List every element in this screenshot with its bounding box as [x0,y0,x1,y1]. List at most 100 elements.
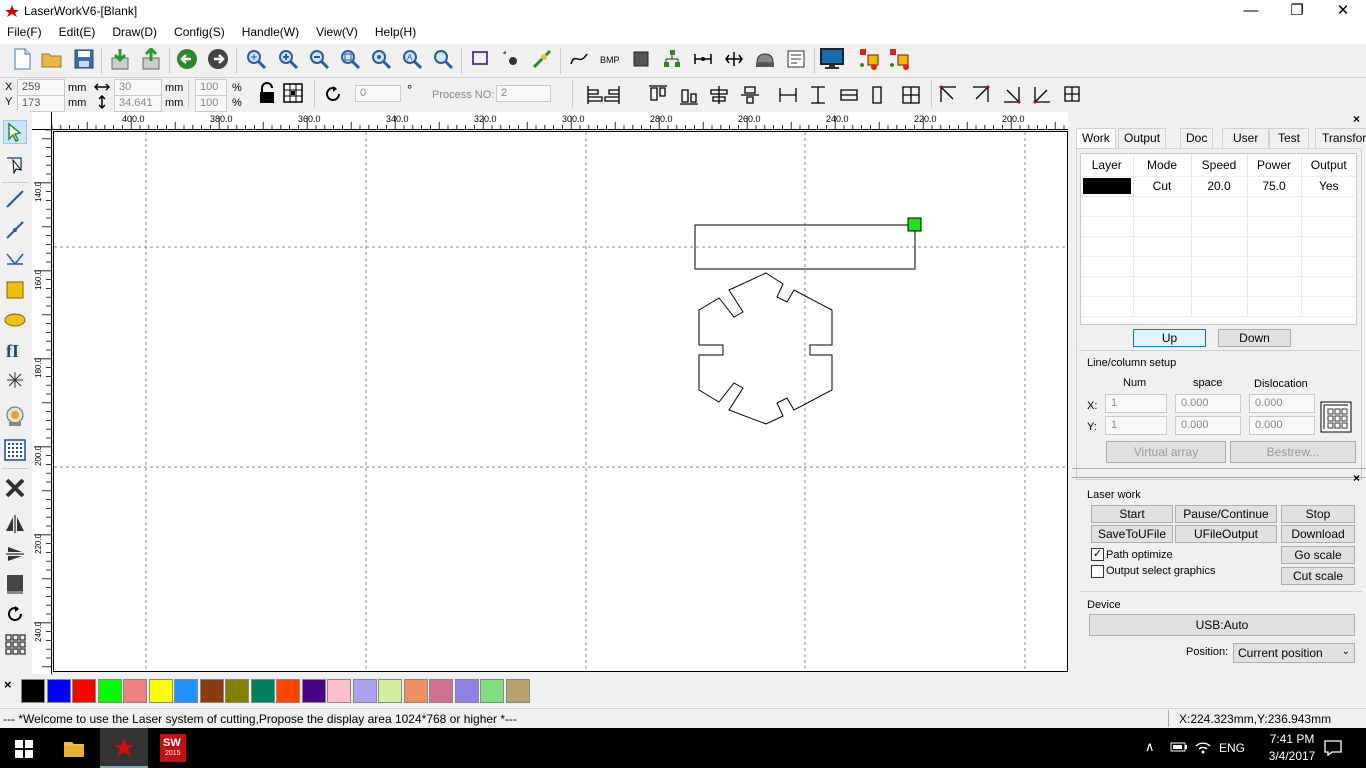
color-swatch[interactable] [327,679,351,703]
tab-transform[interactable]: Transform [1315,128,1366,148]
color-swatch[interactable] [97,679,122,703]
clock-date[interactable]: 3/4/2017 [1262,749,1322,763]
y-space-field[interactable]: 0.000 [1175,416,1241,435]
mirror-v-icon[interactable] [3,542,27,566]
go-scale-button[interactable]: Go scale [1281,546,1355,564]
canvas-svg[interactable] [54,132,1067,671]
camera-tool-icon[interactable] [3,404,27,428]
battery-icon[interactable] [1170,741,1188,753]
menu-file[interactable]: File(F) [7,25,42,39]
windows-start-icon[interactable] [15,740,33,758]
node-tool-icon[interactable] [3,152,27,176]
fill-rect-icon[interactable] [629,47,653,71]
color-swatch[interactable] [174,679,198,703]
save-icon[interactable] [72,47,96,71]
color-swatch[interactable] [403,679,428,703]
tree-icon[interactable] [660,47,684,71]
select-rect-icon[interactable] [468,47,492,71]
ellipse-tool-icon[interactable] [3,308,27,332]
y-disloc-field[interactable]: 0.000 [1249,416,1315,435]
clock-time[interactable]: 7:41 PM [1262,732,1322,746]
tab-output[interactable]: Output [1118,128,1167,148]
color-swatch[interactable] [480,679,504,703]
tab-work[interactable]: Work [1076,128,1116,148]
menu-edit[interactable]: Edit(E) [59,25,96,39]
zoom-auto-icon[interactable]: A [400,47,424,71]
ufile-output-button[interactable]: UFileOutput [1175,525,1277,543]
import-icon[interactable] [108,47,132,71]
layer-tool-icon[interactable] [3,572,27,596]
y-num-field[interactable]: 1 [1105,416,1167,435]
color-swatch[interactable] [123,679,147,703]
anchor-grid-icon[interactable] [283,83,303,103]
color-swatch[interactable] [72,679,96,703]
zoom-page-icon[interactable] [338,47,362,71]
grid-tool-icon[interactable] [3,632,27,656]
x-num-field[interactable]: 1 [1105,394,1167,413]
color-swatch[interactable] [250,679,275,703]
menu-config[interactable]: Config(S) [174,25,225,39]
select-tool-icon[interactable] [3,120,27,144]
layer-up-button[interactable]: Up [1133,329,1206,347]
origin-marker[interactable] [907,217,922,232]
polyline-tool-icon[interactable] [3,218,27,242]
height-field[interactable]: 34.641 [114,95,162,112]
x-disloc-field[interactable]: 0.000 [1249,394,1315,413]
color-swatch[interactable] [46,679,71,703]
menu-draw[interactable]: Draw(D) [112,25,157,39]
color-swatch[interactable] [454,679,479,703]
export-icon[interactable] [139,47,163,71]
open-folder-icon[interactable] [40,47,64,71]
drawing-canvas[interactable] [53,131,1068,672]
line-tool-icon[interactable] [3,187,27,211]
smooth-icon[interactable] [530,47,554,71]
zoom-in-icon[interactable] [276,47,300,71]
solidworks-icon[interactable]: SW 2015 [160,734,186,762]
rotate-field[interactable]: 0 [355,85,401,102]
layer-down-button[interactable]: Down [1218,329,1291,347]
color-swatch[interactable] [352,679,377,703]
zoom-all-icon[interactable] [369,47,393,71]
tab-user[interactable]: User [1222,128,1270,148]
restore-button[interactable]: ❐ [1274,0,1320,22]
tab-test[interactable]: Test [1269,128,1310,148]
x-field[interactable]: 259 [17,79,65,96]
align-icons[interactable] [585,84,930,106]
hexagon-gear-shape[interactable] [698,272,833,425]
download-button[interactable]: Download [1281,525,1355,543]
curve-tool-icon[interactable] [3,248,27,272]
panel-close-icon[interactable]: × [1353,112,1360,126]
output-select-checkbox[interactable] [1091,565,1104,578]
monitor-icon[interactable] [820,47,844,71]
tab-doc[interactable]: Doc [1180,128,1214,148]
stop-button[interactable]: Stop [1281,505,1355,523]
color-swatch[interactable] [21,679,45,703]
array-tool-icon[interactable] [3,438,27,462]
redo-icon[interactable] [206,47,230,71]
sort-green-icon[interactable] [888,47,912,71]
zoom-view-icon[interactable] [431,47,455,71]
menu-handle[interactable]: Handle(W) [242,25,299,39]
scale-w-field[interactable]: 100 [195,79,227,96]
file-explorer-icon[interactable] [63,738,85,758]
wifi-icon[interactable] [1195,740,1211,754]
palette-close-icon[interactable]: × [4,677,12,692]
zoom-select-icon[interactable] [244,47,268,71]
close-button[interactable]: ✕ [1320,0,1366,22]
text-tool-icon[interactable]: fI [3,338,27,362]
menu-view[interactable]: View(V) [316,25,358,39]
panel-splitter[interactable] [1072,468,1366,478]
zoom-out-icon[interactable] [307,47,331,71]
point-tool-icon[interactable] [3,368,27,392]
minimize-button[interactable]: — [1228,0,1274,22]
array-settings-icon[interactable] [1320,401,1352,433]
save-to-ufile-button[interactable]: SaveToUFile [1091,525,1173,543]
notification-icon[interactable] [1324,740,1342,756]
process-no-field[interactable]: 2 [496,85,551,102]
pause-continue-button[interactable]: Pause/Continue [1175,505,1277,523]
layer-list[interactable]: Layer Mode Speed Power Output Cut 20.0 7… [1080,153,1357,325]
sort-red-icon[interactable] [858,47,882,71]
bitmap-icon[interactable]: BMP [598,47,622,71]
color-swatch[interactable] [276,679,300,703]
document-props-icon[interactable] [784,47,808,71]
